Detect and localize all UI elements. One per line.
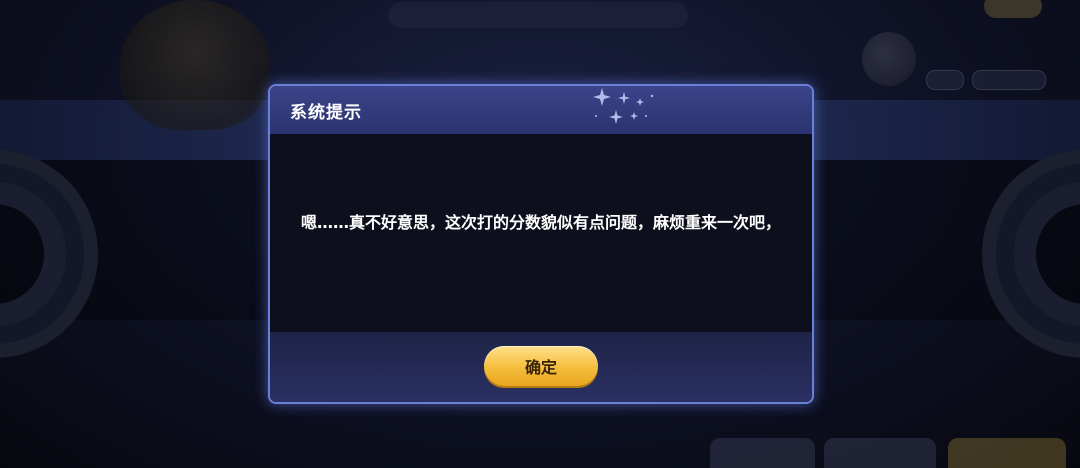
- background-player-avatar: [862, 32, 916, 86]
- dialog-message: 嗯……真不好意思，这次打的分数貌似有点问题，麻烦重来一次吧，: [300, 213, 781, 232]
- background-bottom-button: [948, 438, 1066, 468]
- confirm-button[interactable]: 确定: [484, 346, 598, 386]
- background-bottom-button: [824, 438, 936, 468]
- background-top-banner: [388, 2, 688, 28]
- dialog-body: 嗯……真不好意思，这次打的分数貌似有点问题，麻烦重来一次吧，: [270, 134, 812, 332]
- background-chip: [972, 70, 1046, 90]
- background-character: [120, 0, 270, 130]
- background-bottom-button: [710, 438, 815, 468]
- dialog-title: 系统提示: [290, 103, 362, 123]
- dialog-header: 系统提示: [270, 86, 812, 135]
- background-top-right-button: [984, 0, 1042, 18]
- game-screen: 系统提示 嗯……真不好意思，这次打的分数貌似有点问题，麻烦重来一次吧， 确定: [0, 0, 1080, 468]
- sparkle-icon: [593, 88, 654, 124]
- background-chip: [926, 70, 964, 90]
- system-prompt-dialog: 系统提示 嗯……真不好意思，这次打的分数貌似有点问题，麻烦重来一次吧， 确定: [268, 84, 814, 404]
- dialog-footer: 确定: [270, 332, 812, 402]
